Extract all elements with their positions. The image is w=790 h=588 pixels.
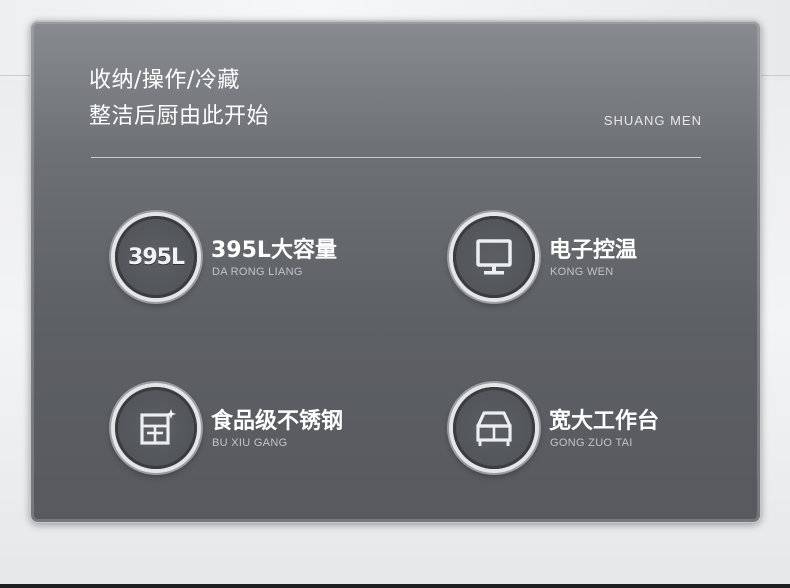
feature-temperature-control: 电子控温 KONG WEN [453, 216, 753, 300]
monitor-icon [453, 216, 535, 298]
feature-title: 395L大容量 [211, 238, 337, 263]
feature-workbench: 宽大工作台 GONG ZUO TAI [453, 387, 753, 471]
feature-subtitle: DA RONG LIANG [212, 266, 303, 278]
bottom-bar [0, 584, 790, 588]
stainless-steel-grid-icon [115, 387, 197, 469]
workbench-icon [453, 387, 535, 469]
capacity-icon-text: 395L [128, 244, 185, 270]
headline: 收纳/操作/冷藏 整洁后厨由此开始 [89, 63, 269, 135]
brand-label: SHUANG MEN [603, 113, 702, 128]
feature-card: 收纳/操作/冷藏 整洁后厨由此开始 SHUANG MEN 395L 395L大容… [30, 20, 761, 523]
feature-stainless-steel: 食品级不锈钢 BU XIU GANG [115, 387, 415, 471]
headline-line-2: 整洁后厨由此开始 [89, 104, 270, 129]
headline-line-1: 收纳/操作/冷藏 [89, 68, 240, 93]
feature-capacity: 395L 395L大容量 DA RONG LIANG [115, 216, 415, 300]
feature-title: 食品级不锈钢 [211, 409, 344, 434]
feature-subtitle: KONG WEN [550, 266, 614, 278]
feature-title: 电子控温 [549, 238, 638, 263]
divider [91, 157, 701, 158]
feature-subtitle: GONG ZUO TAI [550, 437, 633, 449]
feature-title: 宽大工作台 [549, 409, 660, 434]
capacity-395l-icon: 395L [115, 216, 197, 298]
feature-subtitle: BU XIU GANG [212, 437, 288, 449]
